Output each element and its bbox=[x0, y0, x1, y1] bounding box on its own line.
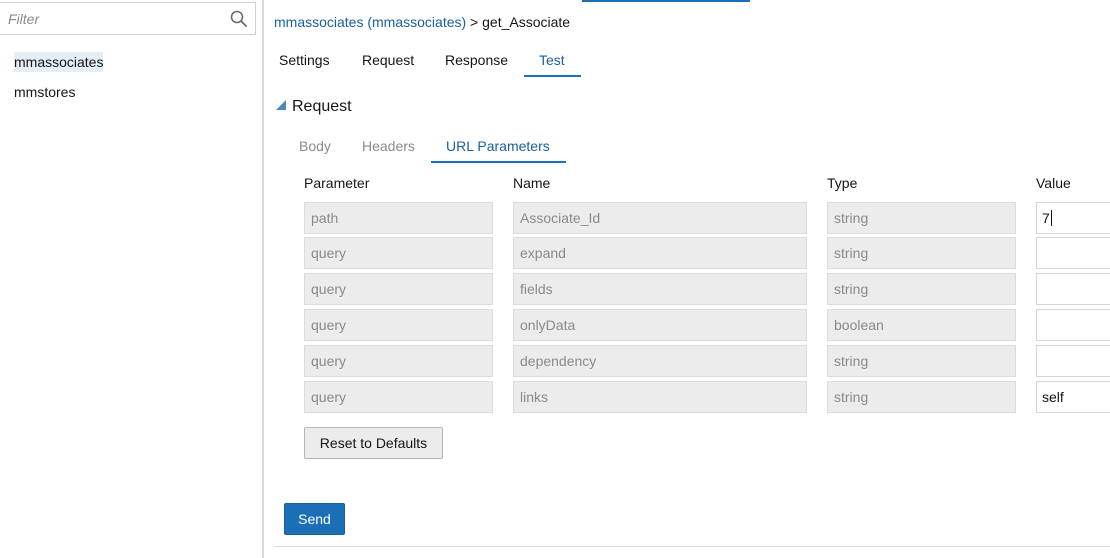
parameter-cell: query bbox=[304, 309, 493, 341]
type-cell: string bbox=[827, 381, 1016, 413]
triangle-down-icon bbox=[276, 100, 286, 110]
top-accent-bar bbox=[582, 0, 750, 2]
type-cell: string bbox=[827, 345, 1016, 377]
name-cell: expand bbox=[513, 237, 807, 269]
reset-to-defaults-button[interactable]: Reset to Defaults bbox=[304, 427, 443, 459]
value-input-dependency[interactable] bbox=[1036, 345, 1110, 377]
tab-headers[interactable]: Headers bbox=[362, 138, 415, 163]
tab-response[interactable]: Response bbox=[445, 52, 508, 77]
parameter-cell: query bbox=[304, 237, 493, 269]
tab-test[interactable]: Test bbox=[524, 52, 581, 77]
value-input-onlydata[interactable] bbox=[1036, 309, 1110, 341]
section-title: Request bbox=[292, 98, 352, 115]
name-cell: dependency bbox=[513, 345, 807, 377]
name-cell: Associate_Id bbox=[513, 202, 807, 234]
sidebar-item-mmstores[interactable]: mmstores bbox=[14, 82, 75, 102]
value-input-fields[interactable] bbox=[1036, 273, 1110, 305]
name-cell: links bbox=[513, 381, 807, 413]
parameter-cell: path bbox=[304, 202, 493, 234]
parameter-cell: query bbox=[304, 345, 493, 377]
tab-body[interactable]: Body bbox=[299, 138, 331, 163]
tab-request[interactable]: Request bbox=[362, 52, 414, 77]
name-cell: fields bbox=[513, 273, 807, 305]
text-cursor bbox=[1050, 210, 1052, 226]
tab-settings[interactable]: Settings bbox=[279, 52, 330, 77]
value-input-associate-id[interactable]: 7 bbox=[1036, 202, 1110, 234]
sidebar: mmassociates mmstores bbox=[0, 0, 262, 558]
column-header-value: Value bbox=[1036, 175, 1071, 191]
column-header-name: Name bbox=[513, 175, 551, 191]
type-cell: boolean bbox=[827, 309, 1016, 341]
breadcrumb: mmassociates (mmassociates) > get_Associ… bbox=[274, 14, 570, 30]
parameter-cell: query bbox=[304, 381, 493, 413]
type-cell: string bbox=[827, 202, 1016, 234]
value-input-links[interactable]: self bbox=[1036, 381, 1110, 413]
divider bbox=[274, 546, 1110, 547]
filter-input[interactable] bbox=[8, 9, 223, 29]
column-header-parameter: Parameter bbox=[304, 175, 370, 191]
panel-divider[interactable] bbox=[262, 0, 264, 558]
tab-url-parameters[interactable]: URL Parameters bbox=[431, 138, 566, 163]
breadcrumb-current: get_Associate bbox=[482, 14, 571, 30]
parameter-cell: query bbox=[304, 273, 493, 305]
type-cell: string bbox=[827, 273, 1016, 305]
value-input-expand[interactable] bbox=[1036, 237, 1110, 269]
search-icon[interactable] bbox=[229, 9, 249, 29]
sidebar-item-mmassociates[interactable]: mmassociates bbox=[14, 52, 104, 72]
name-cell: onlyData bbox=[513, 309, 807, 341]
send-button[interactable]: Send bbox=[284, 503, 345, 535]
breadcrumb-link[interactable]: mmassociates (mmassociates) bbox=[274, 14, 466, 30]
breadcrumb-separator: > bbox=[470, 14, 479, 30]
request-section-header[interactable]: Request bbox=[276, 98, 352, 116]
filter-box bbox=[0, 2, 256, 35]
value-text: 7 bbox=[1042, 210, 1050, 226]
type-cell: string bbox=[827, 237, 1016, 269]
column-header-type: Type bbox=[827, 175, 858, 191]
